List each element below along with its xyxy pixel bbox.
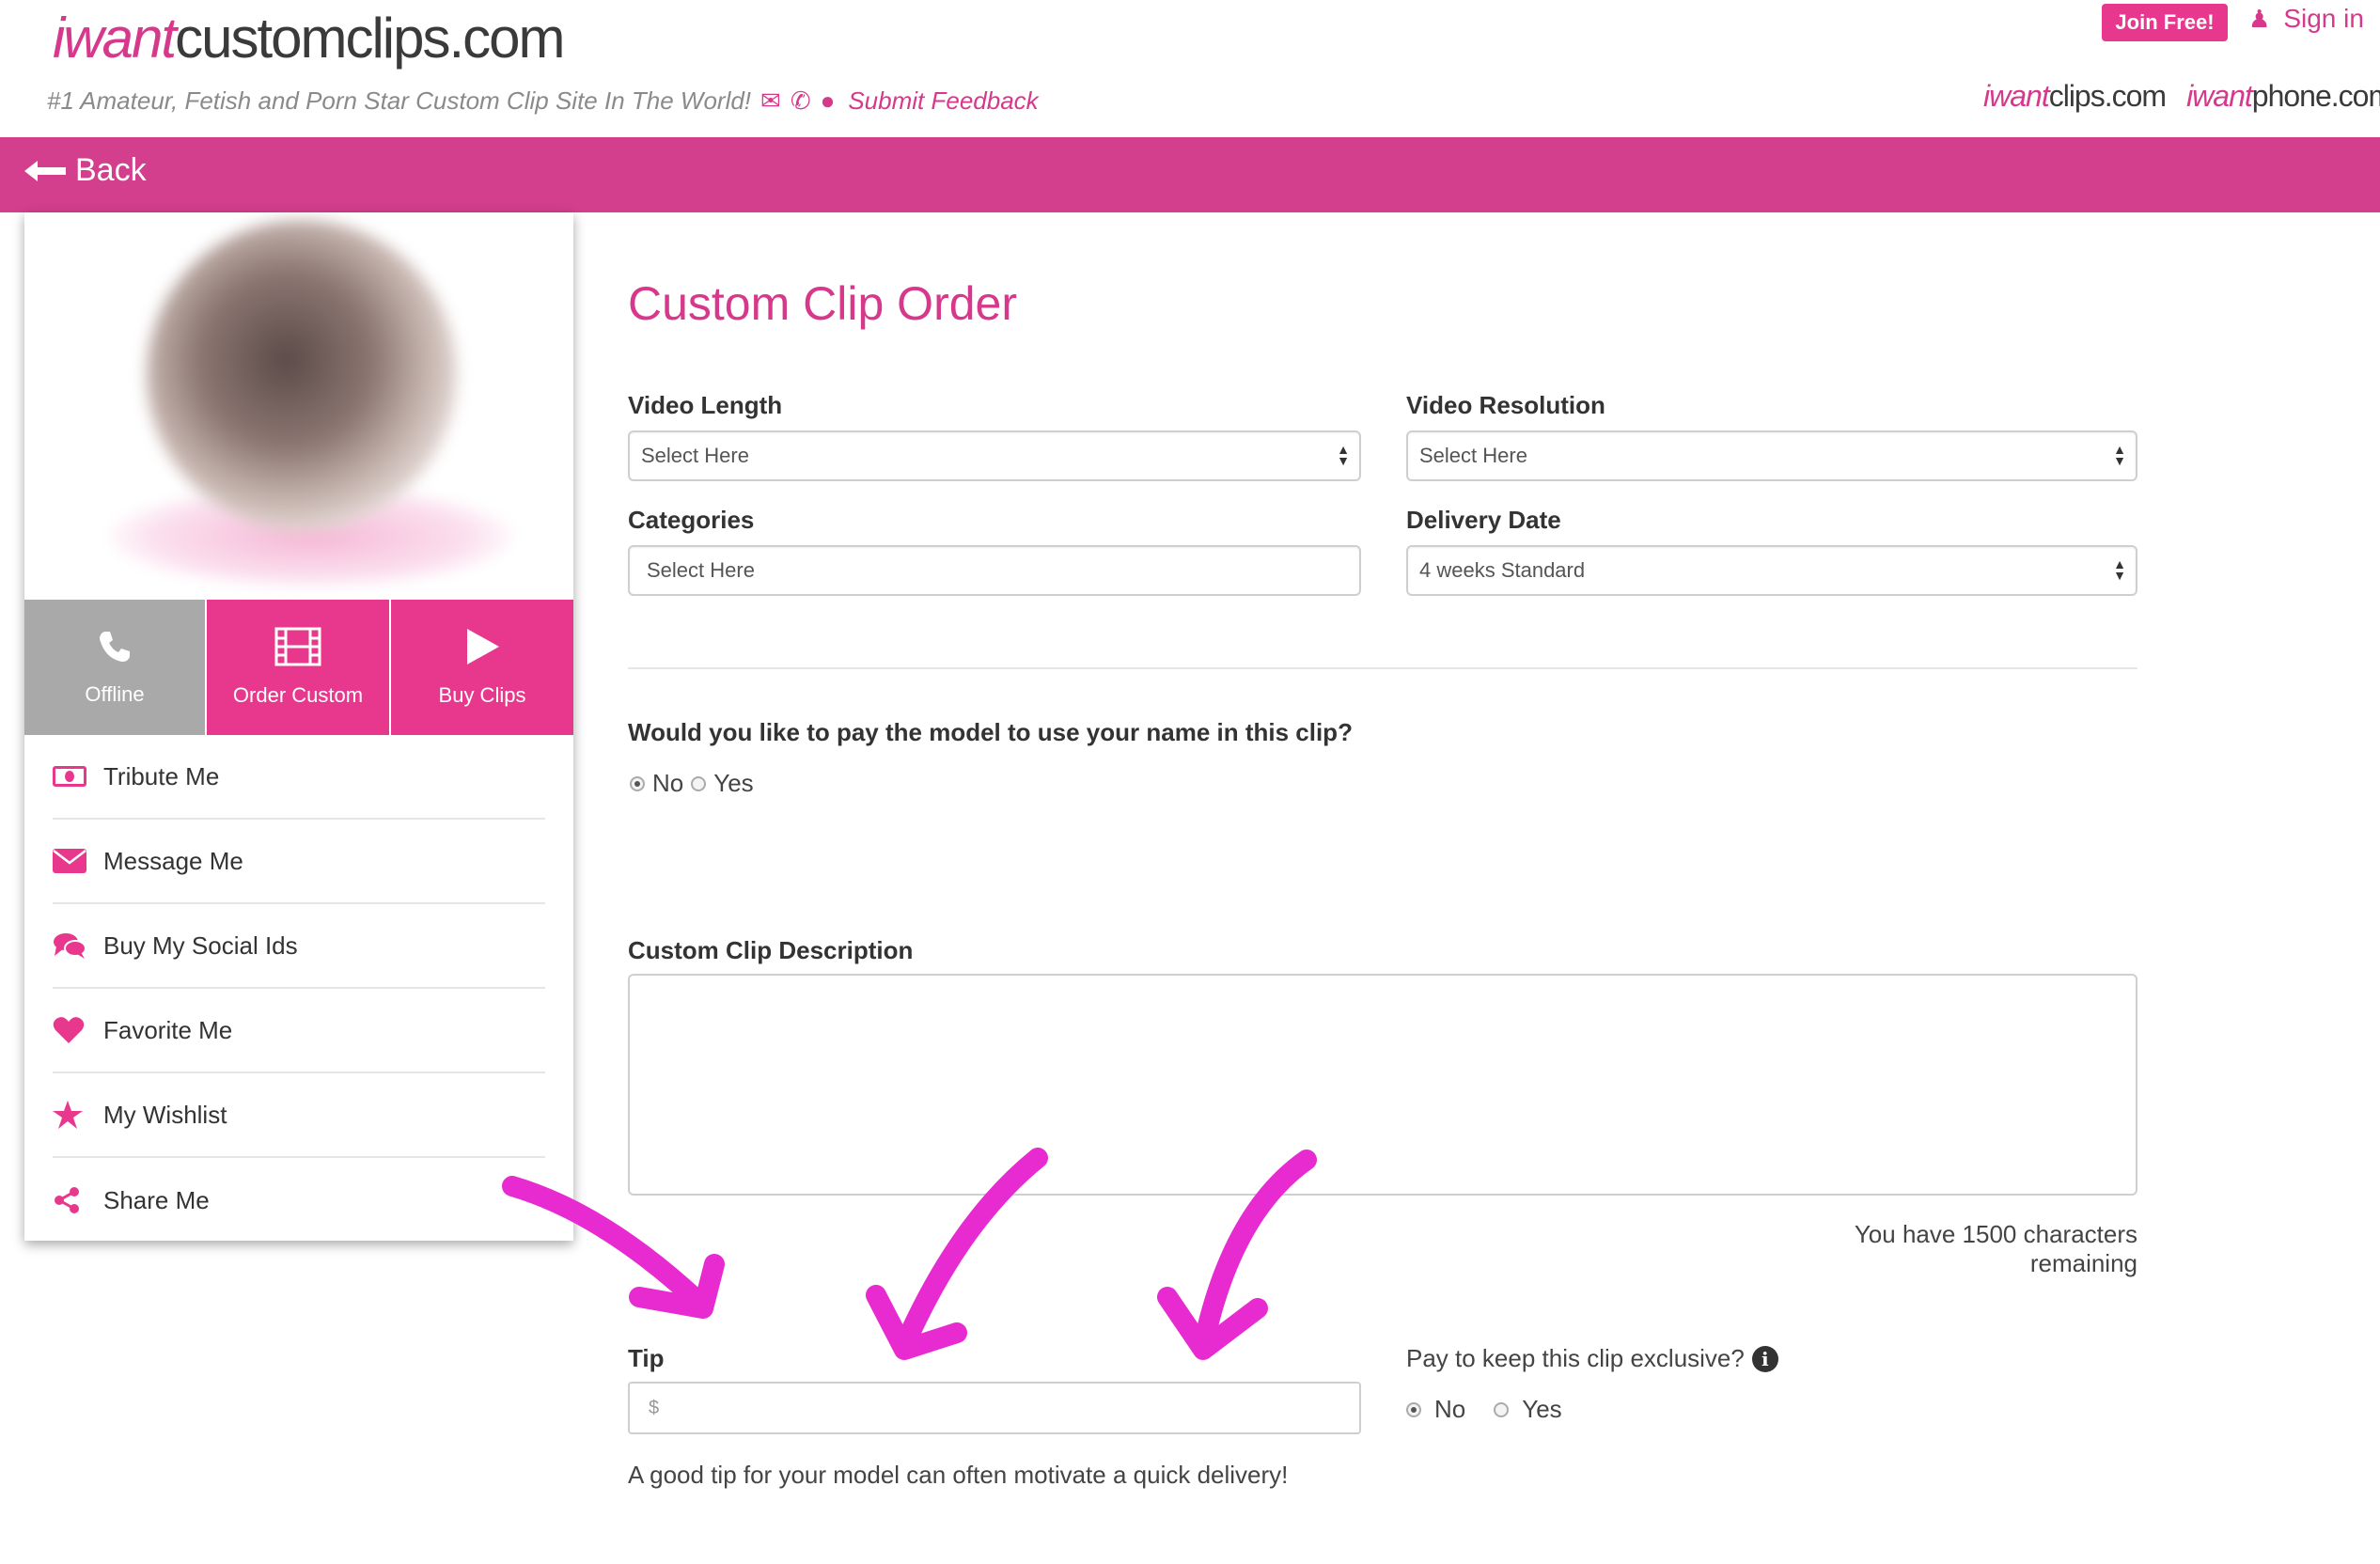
- offline-label: Offline: [85, 682, 145, 706]
- menu-item-message[interactable]: Message Me: [53, 820, 545, 904]
- iwantphone-prefix: iwant: [2186, 79, 2253, 113]
- menu-item-label: My Wishlist: [103, 1100, 227, 1129]
- video-length-value: Select Here: [641, 444, 749, 467]
- delivery-date-select[interactable]: 4 weeks Standard ▲ ▼: [1406, 545, 2137, 596]
- annotation-arrow-3-head: [1157, 1287, 1268, 1360]
- categories-value: Select Here: [647, 558, 755, 582]
- video-length-label: Video Length: [628, 391, 783, 419]
- phone-icon: [100, 632, 130, 662]
- logo-prefix: iwant: [53, 7, 177, 70]
- iwantphone-link[interactable]: iwantphone.com: [2186, 79, 2380, 114]
- back-button[interactable]: Back: [24, 152, 147, 189]
- tagline-row: #1 Amateur, Fetish and Porn Star Custom …: [47, 86, 1039, 116]
- annotation-arrow-1-head: [629, 1254, 725, 1319]
- characters-remaining: You have 1500 characters remaining: [1854, 1220, 2137, 1277]
- buy-clips-label: Buy Clips: [438, 683, 526, 707]
- exclusive-options: No Yes: [1406, 1395, 1562, 1424]
- menu-item-label: Message Me: [103, 846, 243, 875]
- video-length-select[interactable]: Select Here ▲ ▼: [628, 430, 1361, 481]
- site-logo[interactable]: iwantcustomclips.com: [53, 6, 566, 70]
- order-custom-label: Order Custom: [232, 683, 364, 707]
- order-custom-button[interactable]: Order Custom: [205, 600, 389, 735]
- phone-icon[interactable]: ✆: [791, 86, 811, 116]
- avatar[interactable]: [147, 220, 457, 530]
- sister-sites: iwantclips.com iwantphone.com: [1983, 79, 2380, 114]
- categories-label: Categories: [628, 506, 755, 534]
- user-icon: ♟: [2248, 4, 2271, 33]
- select-arrows-icon: ▲ ▼: [1337, 442, 1350, 468]
- buy-clips-button[interactable]: Buy Clips: [389, 600, 573, 735]
- sign-in-label: Sign in: [2283, 4, 2364, 33]
- delivery-date-value: 4 weeks Standard: [1419, 558, 1586, 582]
- exclusive-yes-label[interactable]: Yes: [1522, 1395, 1561, 1424]
- money-icon: [53, 766, 86, 787]
- play-icon: [467, 629, 499, 665]
- tip-placeholder: $: [649, 1397, 660, 1418]
- exclusive-no-radio[interactable]: [1406, 1401, 1421, 1417]
- join-free-button[interactable]: Join Free!: [2102, 4, 2228, 41]
- exclusive-no-label[interactable]: No: [1434, 1395, 1465, 1424]
- tip-note: A good tip for your model can often moti…: [628, 1461, 1289, 1489]
- heart-icon: [53, 1017, 85, 1043]
- tip-input[interactable]: $: [628, 1382, 1361, 1434]
- share-icon: [55, 1187, 79, 1213]
- menu-item-label: Buy My Social Ids: [103, 931, 298, 960]
- page-title: Custom Clip Order: [628, 277, 1017, 330]
- chat-icon: [54, 933, 86, 959]
- iwantclips-link[interactable]: iwantclips.com: [1983, 79, 2167, 114]
- menu-item-label: Share Me: [103, 1185, 210, 1214]
- description-textarea[interactable]: [628, 974, 2137, 1196]
- info-icon[interactable]: i: [1751, 1345, 1778, 1372]
- sign-in-link[interactable]: ♟ Sign in: [2248, 4, 2364, 34]
- name-in-clip-question: Would you like to pay the model to use y…: [628, 718, 1353, 746]
- submit-feedback-link[interactable]: Submit Feedback: [848, 86, 1038, 116]
- menu-item-wishlist[interactable]: My Wishlist: [53, 1073, 545, 1158]
- iwantphone-suffix: phone.com: [2251, 79, 2380, 113]
- categories-select[interactable]: Select Here: [628, 545, 1361, 596]
- envelope-icon[interactable]: ✉: [760, 86, 781, 116]
- name-no-radio[interactable]: [630, 775, 645, 791]
- top-nav-bar: Back: [0, 137, 2380, 212]
- menu-item-favorite[interactable]: Favorite Me: [53, 989, 545, 1073]
- star-icon: [53, 1101, 83, 1129]
- description-label: Custom Clip Description: [628, 936, 914, 964]
- menu-item-tribute[interactable]: Tribute Me: [53, 735, 545, 820]
- film-icon: [274, 627, 321, 666]
- name-yes-label[interactable]: Yes: [713, 769, 753, 798]
- envelope-icon: [53, 849, 86, 873]
- back-label: Back: [75, 152, 147, 188]
- video-resolution-value: Select Here: [1419, 444, 1527, 467]
- exclusive-question: Pay to keep this clip exclusive? i: [1406, 1344, 1778, 1373]
- profile-menu: Tribute Me Message Me Buy My Social Ids …: [24, 735, 573, 1243]
- logo-suffix: customclips.com: [175, 7, 565, 70]
- name-in-clip-options: No Yes: [630, 769, 754, 798]
- exclusive-label: Pay to keep this clip exclusive?: [1406, 1344, 1745, 1372]
- select-arrows-icon: ▲ ▼: [2113, 442, 2126, 468]
- menu-item-label: Tribute Me: [103, 761, 220, 790]
- delivery-date-label: Delivery Date: [1406, 506, 1561, 534]
- arrow-left-icon: [24, 160, 66, 181]
- tagline-text: #1 Amateur, Fetish and Porn Star Custom …: [47, 86, 752, 115]
- annotation-arrow-2-head: [866, 1285, 967, 1360]
- profile-actions: Offline Order Custom Buy Clips: [24, 600, 573, 735]
- menu-item-social-ids[interactable]: Buy My Social Ids: [53, 904, 545, 989]
- name-no-label[interactable]: No: [652, 769, 683, 798]
- offline-button[interactable]: Offline: [24, 600, 205, 735]
- chat-bubble-icon[interactable]: ●: [821, 86, 836, 116]
- exclusive-yes-radio[interactable]: [1494, 1401, 1510, 1417]
- name-yes-radio[interactable]: [691, 775, 707, 791]
- section-divider: [628, 667, 2137, 669]
- select-arrows-icon: ▲ ▼: [2113, 556, 2126, 583]
- profile-photo-area: [24, 212, 573, 600]
- menu-item-share[interactable]: Share Me: [53, 1158, 545, 1243]
- menu-item-label: Favorite Me: [103, 1015, 233, 1044]
- profile-card: Offline Order Custom Buy Clips Tribute M…: [24, 212, 573, 1241]
- video-resolution-select[interactable]: Select Here ▲ ▼: [1406, 430, 2137, 481]
- iwantclips-prefix: iwant: [1983, 79, 2050, 113]
- iwantclips-suffix: clips.com: [2048, 79, 2167, 113]
- video-resolution-label: Video Resolution: [1406, 391, 1605, 419]
- tip-label: Tip: [628, 1344, 665, 1372]
